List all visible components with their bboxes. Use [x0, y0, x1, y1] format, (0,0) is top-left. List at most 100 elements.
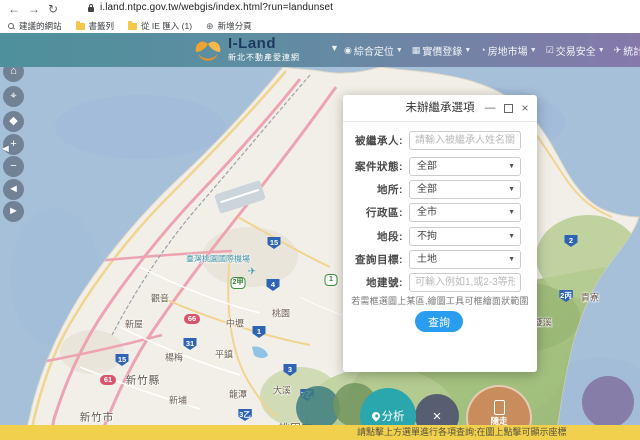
map-label: 中壢: [226, 317, 244, 330]
form-row-parcel-number: 地建號:: [343, 273, 537, 294]
address-bar[interactable]: i.land.ntpc.gov.tw/webgis/index.html?run…: [100, 2, 333, 13]
next-extent-button[interactable]: ►: [3, 201, 24, 222]
road-shield: 1: [325, 274, 338, 286]
screen: ← → ↻ i.land.ntpc.gov.tw/webgis/index.ht…: [0, 0, 640, 440]
bookmarks-bar: 建議的網站 書籤列 從 IE 匯入 (1) ⊕ 新增分頁: [0, 19, 640, 33]
road-shield: 66: [184, 314, 200, 324]
bookmark-bookmarks-bar[interactable]: 書籤列: [76, 20, 115, 32]
panel-collapse-icon[interactable]: ◄: [0, 143, 11, 155]
menu-item-locate[interactable]: ◉ 綜合定位 ▼: [344, 43, 403, 58]
map-label: 楊梅: [165, 351, 183, 364]
chevron-down-icon: ▼: [396, 47, 403, 54]
dialog-header[interactable]: 未辦繼承選項 — ×: [343, 95, 537, 122]
browser-chrome: ← → ↻ i.land.ntpc.gov.tw/webgis/index.ht…: [0, 0, 640, 33]
chevron-down-icon: ▼: [598, 47, 605, 54]
map-label: 新竹縣: [126, 373, 161, 388]
field-label: 地建號:: [343, 273, 403, 294]
bookmark-new-tab[interactable]: ⊕ 新增分頁: [206, 20, 252, 32]
navbar-collapse-caret-icon[interactable]: ▼: [330, 43, 339, 53]
phone-icon: [494, 400, 505, 415]
field-label: 地所:: [343, 180, 403, 201]
form-row-decedent: 被繼承人:: [343, 131, 537, 152]
dialog-note: 若需框選圖上某區,繪圖工具可框繪面狀範圍: [343, 294, 537, 307]
field-label: 查詢目標:: [343, 250, 403, 271]
search-icon: [8, 23, 15, 30]
map-label: 新埔: [169, 394, 187, 407]
bookmark-suggested-sites[interactable]: 建議的網站: [8, 20, 62, 32]
map-label: 龍潭: [229, 388, 247, 401]
chevron-down-icon: ▼: [508, 251, 515, 268]
browser-reload-icon[interactable]: ↻: [48, 2, 58, 16]
iland-logo-icon: [192, 36, 224, 64]
menu-item-statistics[interactable]: ✈ 統計分析 ▼: [614, 43, 640, 58]
land-office-select[interactable]: 全部 ▼: [409, 180, 521, 199]
main-menu: ◉ 綜合定位 ▼ ▦ 實價登錄 ▼ ◔ 房地市場 ▼ ☑ 交易安全 ▼ ✈ 統計: [344, 33, 640, 67]
query-target-select[interactable]: 土地 ▼: [409, 250, 521, 269]
plane-icon: ✈: [614, 45, 622, 56]
chevron-down-icon: ▼: [530, 47, 537, 54]
section-select[interactable]: 不拘 ▼: [409, 227, 521, 246]
status-bar: 請點擊上方選單進行各項查詢;在圖上點擊可顯示座標: [0, 425, 640, 440]
chevron-down-icon: ▼: [508, 204, 515, 221]
road-shield: 2甲: [231, 277, 246, 289]
hidden-feature-button[interactable]: [582, 376, 634, 428]
form-row-district: 行政區: 全市 ▼: [343, 203, 537, 224]
form-row-query-target: 查詢目標: 土地 ▼: [343, 250, 537, 271]
lock-icon: [88, 7, 94, 12]
globe-icon: ⊕: [206, 23, 214, 30]
form-row-section: 地段: 不拘 ▼: [343, 227, 537, 248]
menu-item-housing-market[interactable]: ◔ 房地市場 ▼: [480, 43, 536, 58]
parcel-number-input[interactable]: [409, 273, 521, 292]
prev-extent-button[interactable]: ◄: [3, 179, 24, 200]
airplane-icon: ✈: [248, 267, 256, 278]
site-navbar: I-Land 新北不動產愛連網 ▼ ◉ 綜合定位 ▼ ▦ 實價登錄 ▼ ◔ 房地…: [0, 33, 640, 67]
chevron-down-icon: ▼: [508, 158, 515, 175]
map-label: 觀音: [151, 292, 169, 305]
field-label: 被繼承人:: [343, 131, 403, 152]
menu-item-transaction-safety[interactable]: ☑ 交易安全 ▼: [546, 43, 605, 58]
browser-back-icon[interactable]: ←: [8, 2, 20, 16]
form-row-case-status: 案件狀態: 全部 ▼: [343, 157, 537, 178]
map-label: 貢寮: [581, 291, 599, 304]
bookmark-ie-import[interactable]: 從 IE 匯入 (1): [128, 20, 192, 32]
field-label: 地段:: [343, 227, 403, 248]
close-icon[interactable]: ×: [518, 95, 532, 121]
check-icon: ☑: [546, 45, 554, 56]
logo-subtitle: 新北不動產愛連網: [228, 52, 300, 63]
zoom-out-button[interactable]: −: [3, 156, 24, 177]
minimize-icon[interactable]: —: [483, 95, 497, 121]
road-shield: 61: [100, 375, 116, 385]
grid-icon: ▦: [412, 45, 421, 56]
map-label: 新竹市: [80, 410, 115, 425]
locate-button[interactable]: ⌖: [3, 86, 24, 107]
pin-icon: ◉: [344, 45, 352, 56]
map-label: 平鎮: [215, 348, 233, 361]
site-logo[interactable]: I-Land 新北不動產愛連網: [192, 36, 300, 64]
folder-icon: [76, 23, 85, 30]
map-label: 大溪: [273, 384, 291, 397]
pin-icon: [370, 410, 381, 421]
district-select[interactable]: 全市 ▼: [409, 203, 521, 222]
folder-icon: [128, 23, 137, 30]
case-status-select[interactable]: 全部 ▼: [409, 157, 521, 176]
menu-item-price-registry[interactable]: ▦ 實價登錄 ▼: [412, 43, 471, 58]
field-label: 行政區:: [343, 203, 403, 224]
decedent-name-input[interactable]: [409, 131, 521, 150]
map-label: 桃園: [272, 307, 290, 320]
compass-button[interactable]: ◆: [3, 111, 24, 132]
map-label: 新屋: [125, 318, 143, 331]
chevron-down-icon: ▼: [464, 47, 471, 54]
form-row-land-office: 地所: 全部 ▼: [343, 180, 537, 201]
maximize-icon[interactable]: [501, 95, 515, 121]
map-basemap: [0, 67, 640, 440]
logo-title: I-Land: [228, 36, 300, 52]
query-button[interactable]: 查詢: [415, 311, 463, 332]
chevron-down-icon: ▼: [508, 181, 515, 198]
browser-forward-icon[interactable]: →: [28, 2, 40, 16]
chevron-down-icon: ▼: [508, 228, 515, 245]
clock-icon: ◔: [480, 45, 485, 55]
map-canvas[interactable]: 臺灣桃園國際機場 ✈ 觀音 桃園 新屋 中壢 楊梅 平鎮 新竹縣 新埔 龍潭 大…: [0, 67, 640, 440]
field-label: 案件狀態:: [343, 157, 403, 178]
status-message: 請點擊上方選單進行各項查詢;在圖上點擊可顯示座標: [357, 425, 567, 440]
inheritance-dialog: 未辦繼承選項 — × 被繼承人: 案件狀態: 全部 ▼ 地所: 全部 ▼ 行政區…: [343, 95, 537, 372]
